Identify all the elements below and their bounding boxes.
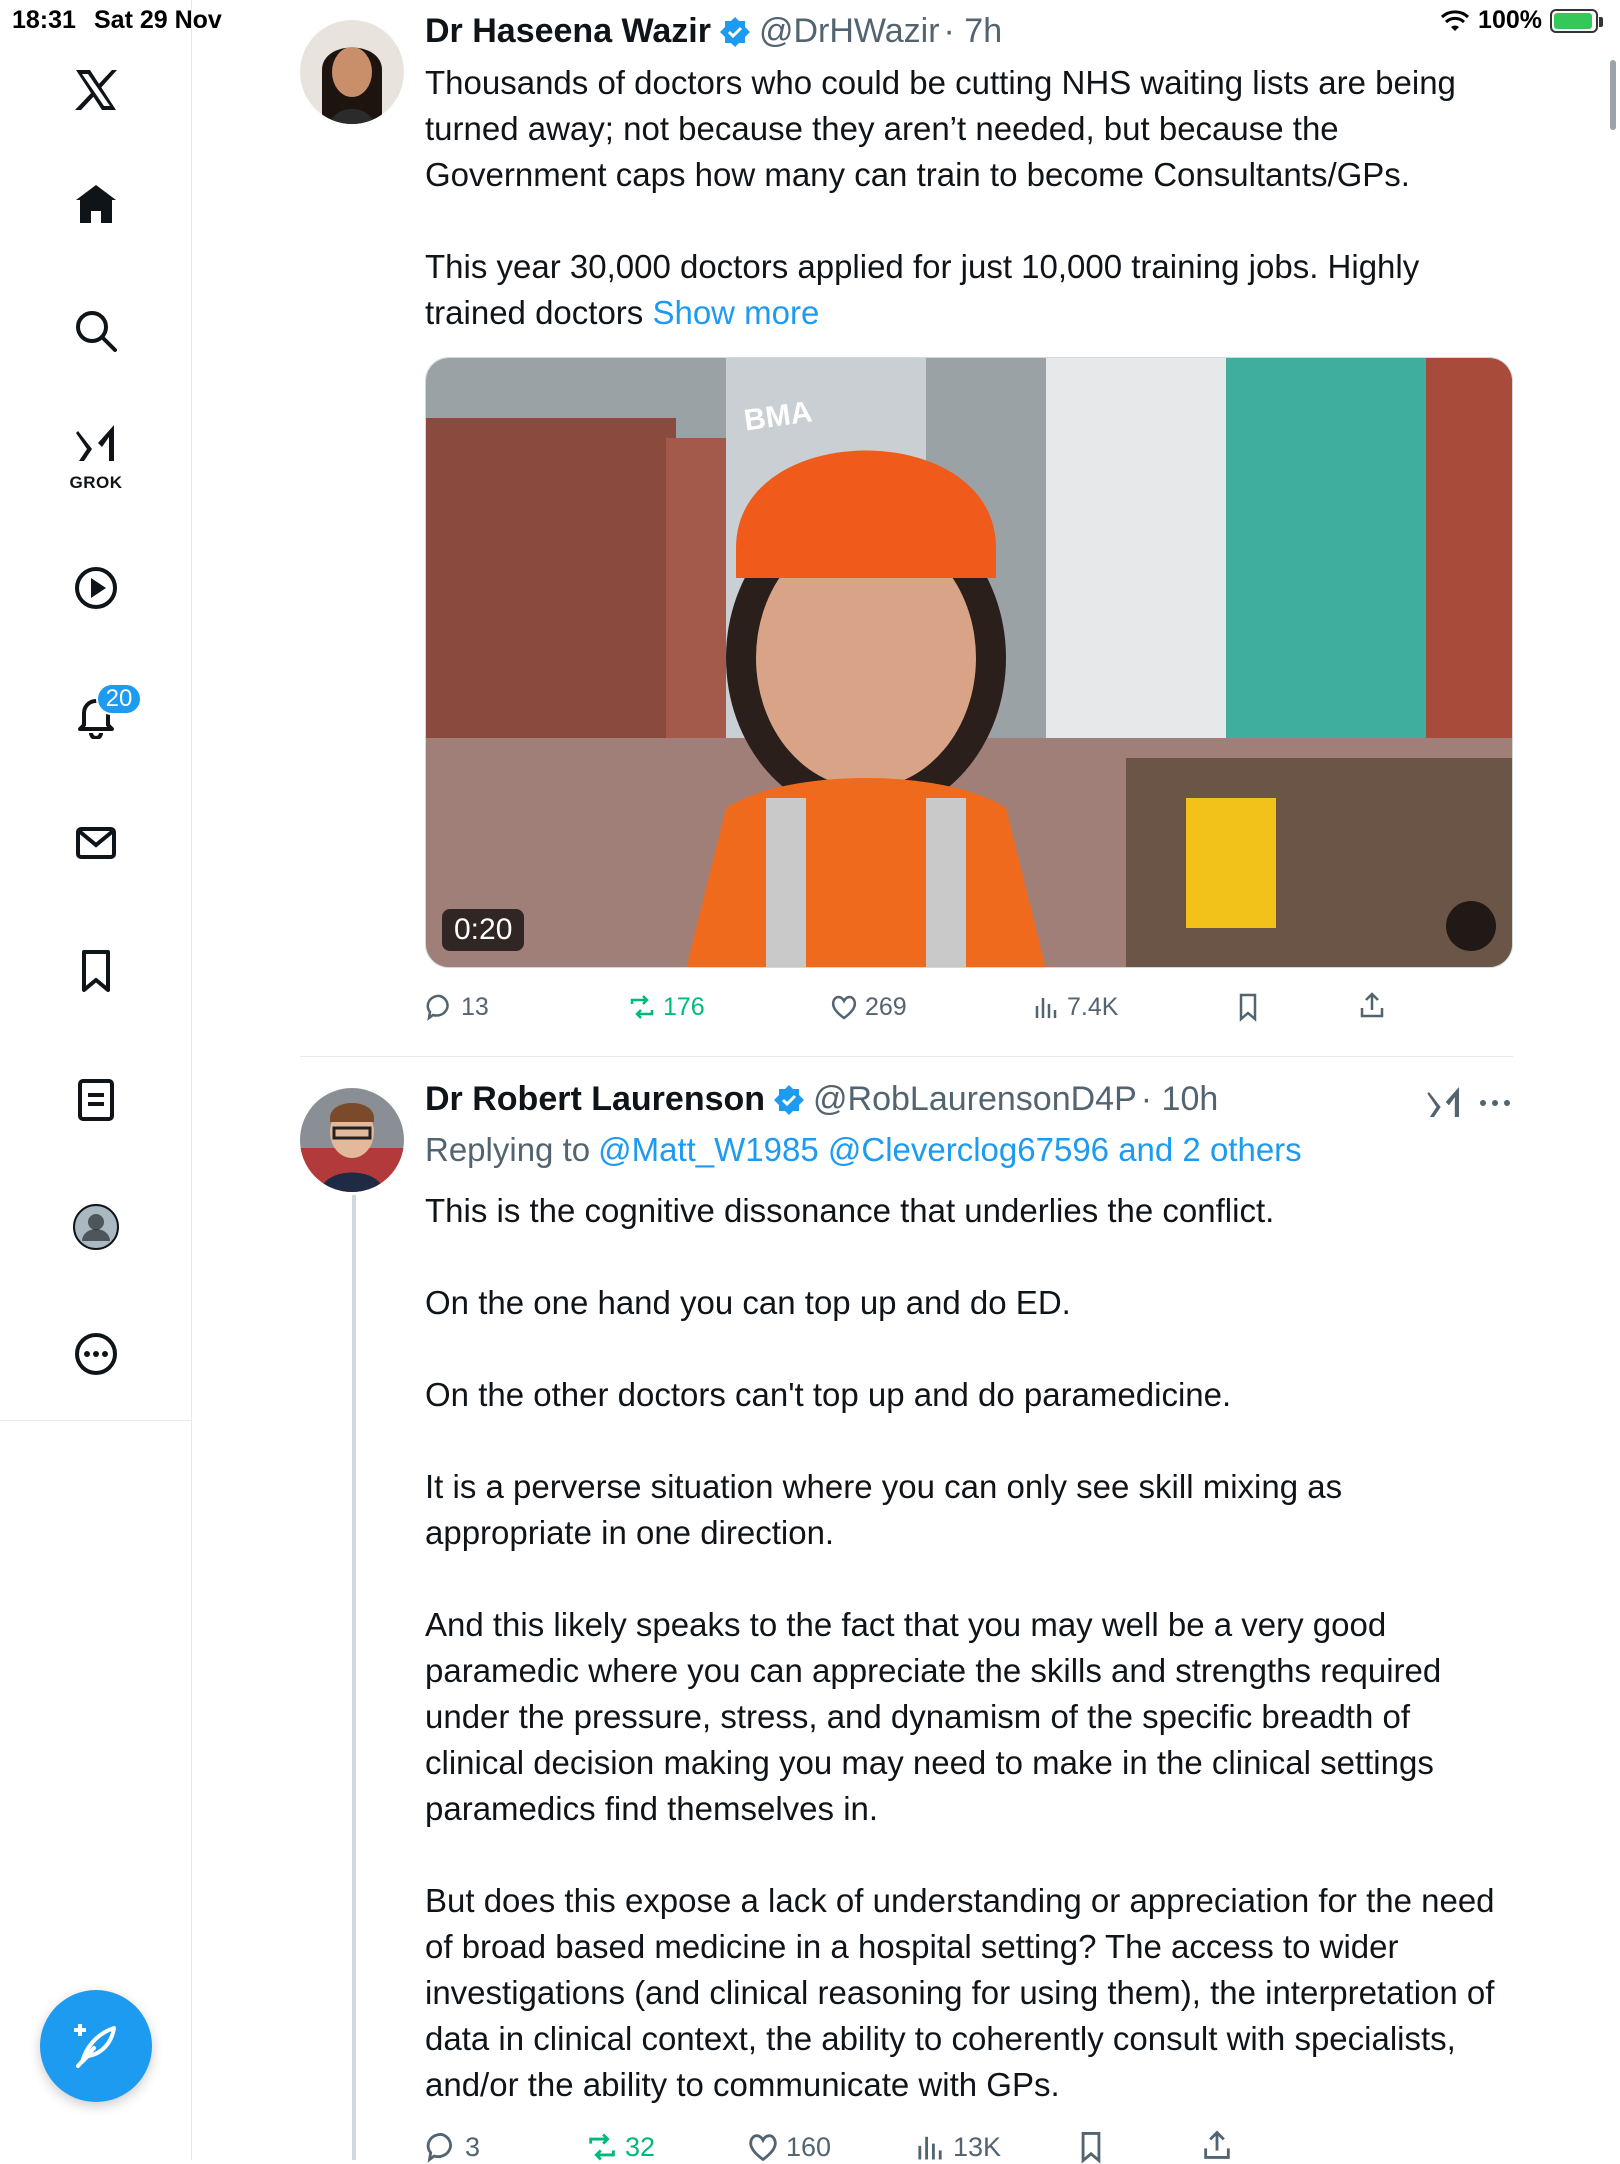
retweet-count: 32	[625, 2131, 656, 2162]
video-thumbnail	[426, 358, 1512, 967]
sidebar-item-video[interactable]	[46, 538, 146, 638]
retweet-icon	[589, 2133, 615, 2161]
sidebar-item-bookmarks[interactable]	[46, 921, 146, 1021]
notification-badge: 20	[96, 683, 142, 715]
bookmark-icon	[1081, 2131, 1101, 2164]
views-button[interactable]: 7.4K	[1031, 992, 1118, 1022]
reply-icon	[426, 994, 449, 1021]
like-button[interactable]: 269	[829, 992, 907, 1022]
grok-icon	[76, 425, 114, 461]
reply-count: 3	[465, 2131, 481, 2162]
user-handle[interactable]: @DrHWazir	[759, 12, 940, 51]
compose-button[interactable]	[40, 1990, 152, 2102]
speaker-muted-icon	[1446, 901, 1513, 968]
share-icon	[1204, 2130, 1230, 2159]
retweet-button[interactable]: 32	[585, 2130, 655, 2164]
bookmark-icon	[82, 950, 110, 992]
share-button[interactable]	[1357, 990, 1387, 1020]
replying-to-users[interactable]: @Matt_W1985 @Cleverclog67596 and 2 other…	[598, 1131, 1302, 1169]
list-icon	[78, 1079, 114, 1121]
share-icon	[1360, 992, 1384, 1018]
search-icon	[76, 311, 117, 352]
share-button[interactable]	[1200, 2128, 1234, 2162]
like-count: 269	[865, 992, 907, 1021]
compose-feather-icon	[74, 2024, 116, 2068]
sidebar-item-more[interactable]	[46, 1304, 146, 1404]
analytics-icon	[1035, 998, 1057, 1018]
mail-icon	[76, 827, 116, 859]
display-name[interactable]: Dr Robert Laurenson	[425, 1080, 765, 1119]
view-count: 13K	[953, 2131, 1002, 2162]
tweet-text-content: Thousands of doctors who could be cuttin…	[425, 64, 1456, 331]
retweet-count: 176	[663, 992, 705, 1021]
display-name[interactable]: Dr Haseena Wazir	[425, 12, 711, 51]
sidebar-item-home[interactable]	[46, 154, 146, 254]
verified-badge-icon	[774, 1084, 805, 1115]
user-handle[interactable]: @RobLaurensonD4P	[813, 1080, 1137, 1119]
avatar[interactable]	[300, 1088, 404, 1192]
bookmark-icon	[1239, 993, 1257, 1022]
heart-icon	[749, 2134, 777, 2162]
views-button[interactable]: 13K	[913, 2130, 1001, 2164]
analytics-icon	[918, 2136, 942, 2160]
grok-icon[interactable]	[1424, 1082, 1464, 1122]
retweet-icon	[630, 995, 654, 1019]
avatar-image	[300, 20, 404, 124]
video-player[interactable]: BMA 0:20	[425, 357, 1513, 968]
tweet-separator	[300, 1056, 1513, 1057]
heart-icon	[831, 995, 857, 1020]
video-duration: 0:20	[442, 909, 525, 951]
grok-label: GROK	[69, 473, 123, 492]
reply-count: 13	[461, 992, 489, 1021]
sidebar-item-lists[interactable]	[46, 1050, 146, 1150]
like-count: 160	[786, 2131, 832, 2162]
x-logo-icon	[75, 70, 117, 110]
sidebar-nav: GROK 20	[0, 0, 192, 2160]
sidebar-item-notifications[interactable]: 20	[46, 665, 146, 765]
retweet-button[interactable]: 176	[627, 992, 705, 1022]
tweet-header: Dr Haseena Wazir @DrHWazir · 7h	[425, 12, 1002, 51]
mute-button[interactable]	[1446, 901, 1496, 951]
tweet-time[interactable]: · 7h	[944, 12, 1003, 51]
view-count: 7.4K	[1067, 992, 1119, 1021]
reply-icon	[426, 2133, 452, 2163]
reply-button[interactable]: 3	[425, 2130, 480, 2164]
sidebar-item-profile[interactable]	[46, 1177, 146, 1277]
avatar-image	[300, 1088, 404, 1192]
replying-to: Replying to @Matt_W1985 @Cleverclog67596…	[425, 1131, 1302, 1169]
home-icon	[76, 185, 116, 223]
replying-to-label: Replying to	[425, 1131, 591, 1168]
sidebar-item-messages[interactable]	[46, 793, 146, 893]
tweet-text: This is the cognitive dissonance that un…	[425, 1192, 1495, 2103]
bookmark-button[interactable]	[1074, 2130, 1108, 2164]
sidebar-item-explore[interactable]	[46, 281, 146, 381]
avatar[interactable]	[300, 20, 404, 124]
sidebar-item-grok[interactable]: GROK	[46, 405, 146, 505]
show-more-link[interactable]: Show more	[652, 294, 819, 331]
like-button[interactable]: 160	[746, 2130, 831, 2164]
play-circle-icon	[75, 567, 117, 609]
x-logo[interactable]	[46, 40, 146, 140]
more-circle-icon	[75, 1333, 117, 1375]
profile-avatar-icon	[73, 1204, 119, 1250]
bookmark-button[interactable]	[1233, 992, 1263, 1022]
thread-line	[352, 1195, 356, 2160]
tweet-time[interactable]: · 10h	[1141, 1080, 1219, 1119]
verified-badge-icon	[719, 16, 750, 47]
reply-button[interactable]: 13	[425, 992, 489, 1022]
sidebar-divider	[0, 1420, 192, 1421]
tweet-text: Thousands of doctors who could be cuttin…	[425, 60, 1515, 336]
tweet-header: Dr Robert Laurenson @RobLaurensonD4P · 1…	[425, 1080, 1218, 1119]
more-options-icon[interactable]	[1475, 1093, 1515, 1113]
scrollbar[interactable]	[1610, 60, 1616, 130]
